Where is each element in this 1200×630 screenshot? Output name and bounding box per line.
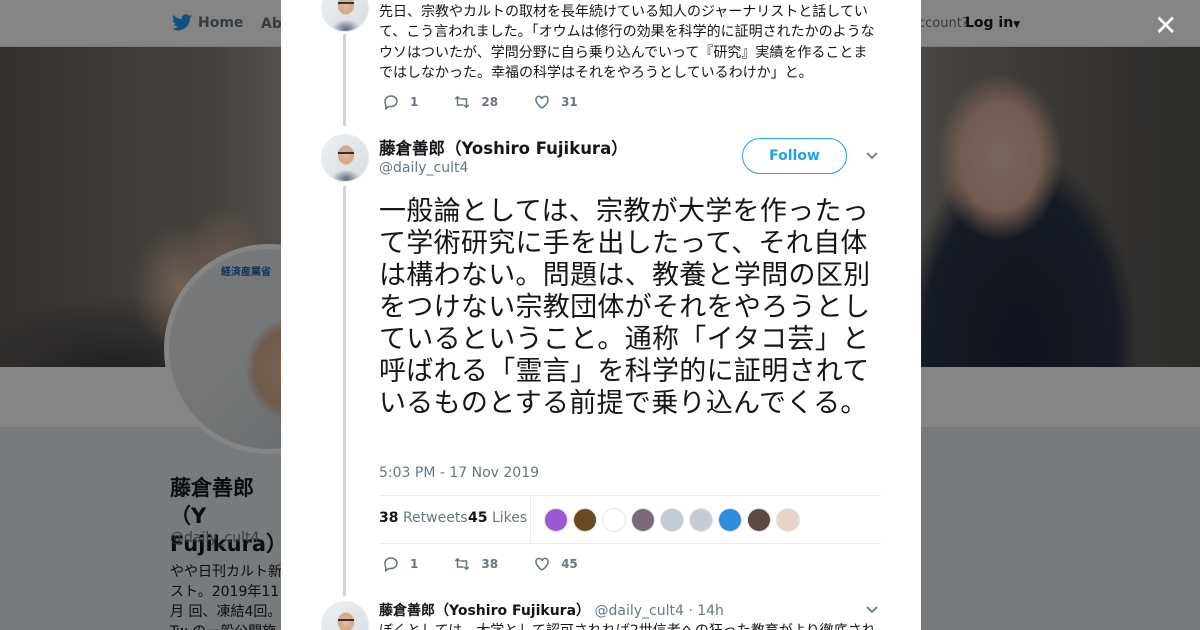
retweet-button[interactable]: 28 [453, 93, 498, 111]
like-button[interactable]: 45 [533, 555, 578, 573]
previous-tweet-actions: 1 28 31 [382, 93, 613, 111]
avatar[interactable] [321, 601, 369, 630]
retweet-count: 28 [481, 95, 499, 109]
liker-avatar[interactable] [544, 508, 568, 532]
liker-avatar[interactable] [776, 508, 800, 532]
retweet-button[interactable]: 38 [453, 555, 498, 573]
retweet-icon [455, 95, 470, 109]
tweet-author-handle[interactable]: @daily_cult4 [379, 160, 468, 176]
previous-tweet-text: 先日、宗教やカルトの取材を長年続けている知人のジャーナリストと話していて、こう言… [379, 4, 875, 82]
reply-text: ぼくとしては、大学として認可されれば2世信者への狂った教育がより徹底され [379, 620, 876, 630]
like-count: 45 [561, 557, 578, 571]
likes-stat[interactable]: 45 Likes [468, 510, 527, 526]
avatar-glasses [338, 152, 354, 157]
likes-stat-count: 45 [468, 510, 488, 526]
liker-avatar[interactable] [747, 508, 771, 532]
tweet-text: 一般論としては、宗教が大学を作ったって学術研究に手を出したって、それ自体は構わな… [379, 196, 871, 419]
liker-avatar[interactable] [689, 508, 713, 532]
heart-icon [535, 95, 549, 109]
liker-avatar[interactable] [660, 508, 684, 532]
reply-icon [384, 557, 398, 573]
reply-button[interactable]: 1 [382, 93, 418, 111]
like-count: 31 [561, 95, 578, 109]
avatar-glasses [338, 2, 354, 7]
close-icon[interactable]: ✕ [1154, 12, 1177, 40]
follow-button[interactable]: Follow [742, 138, 847, 174]
reply-icon [384, 95, 398, 111]
reply-age[interactable]: · 14h [688, 603, 724, 619]
tweet-author-name[interactable]: 藤倉善郎（Yoshiro Fujikura） [379, 135, 628, 159]
tweet-actions: 1 38 45 [382, 555, 613, 573]
liker-avatar[interactable] [573, 508, 597, 532]
likes-stat-label: Likes [491, 510, 528, 526]
reply-button[interactable]: 1 [382, 555, 418, 573]
retweets-stat-label: Retweets [402, 510, 468, 526]
heart-icon [535, 557, 549, 571]
liker-avatar[interactable] [602, 508, 626, 532]
avatar-glasses [338, 619, 354, 624]
retweets-stat-count: 38 [379, 510, 399, 526]
reply-count: 1 [410, 557, 419, 571]
thread-line [343, 186, 346, 596]
stats-divider [530, 496, 531, 543]
tweet-modal: 先日、宗教やカルトの取材を長年続けている知人のジャーナリストと話していて、こう言… [281, 0, 921, 630]
reply-header: 藤倉善郎（Yoshiro Fujikura） @daily_cult4 · 14… [379, 600, 724, 620]
retweet-count: 38 [481, 557, 499, 571]
avatar[interactable] [321, 0, 369, 32]
reply-author-name[interactable]: 藤倉善郎（Yoshiro Fujikura） [379, 603, 590, 619]
retweet-icon [455, 557, 470, 571]
reply-count: 1 [410, 95, 419, 109]
chevron-down-icon[interactable] [865, 603, 879, 617]
thread-line [343, 34, 346, 126]
tweet-timestamp[interactable]: 5:03 PM - 17 Nov 2019 [379, 465, 539, 481]
reply-author-handle[interactable]: @daily_cult4 [594, 603, 683, 619]
like-button[interactable]: 31 [533, 93, 578, 111]
liker-avatar[interactable] [718, 508, 742, 532]
retweets-stat[interactable]: 38 Retweets [379, 510, 468, 526]
tweet-stats: 38 Retweets 45 Likes [379, 495, 881, 544]
chevron-down-icon[interactable] [865, 149, 879, 163]
liker-avatar[interactable] [631, 508, 655, 532]
avatar[interactable] [321, 134, 369, 182]
